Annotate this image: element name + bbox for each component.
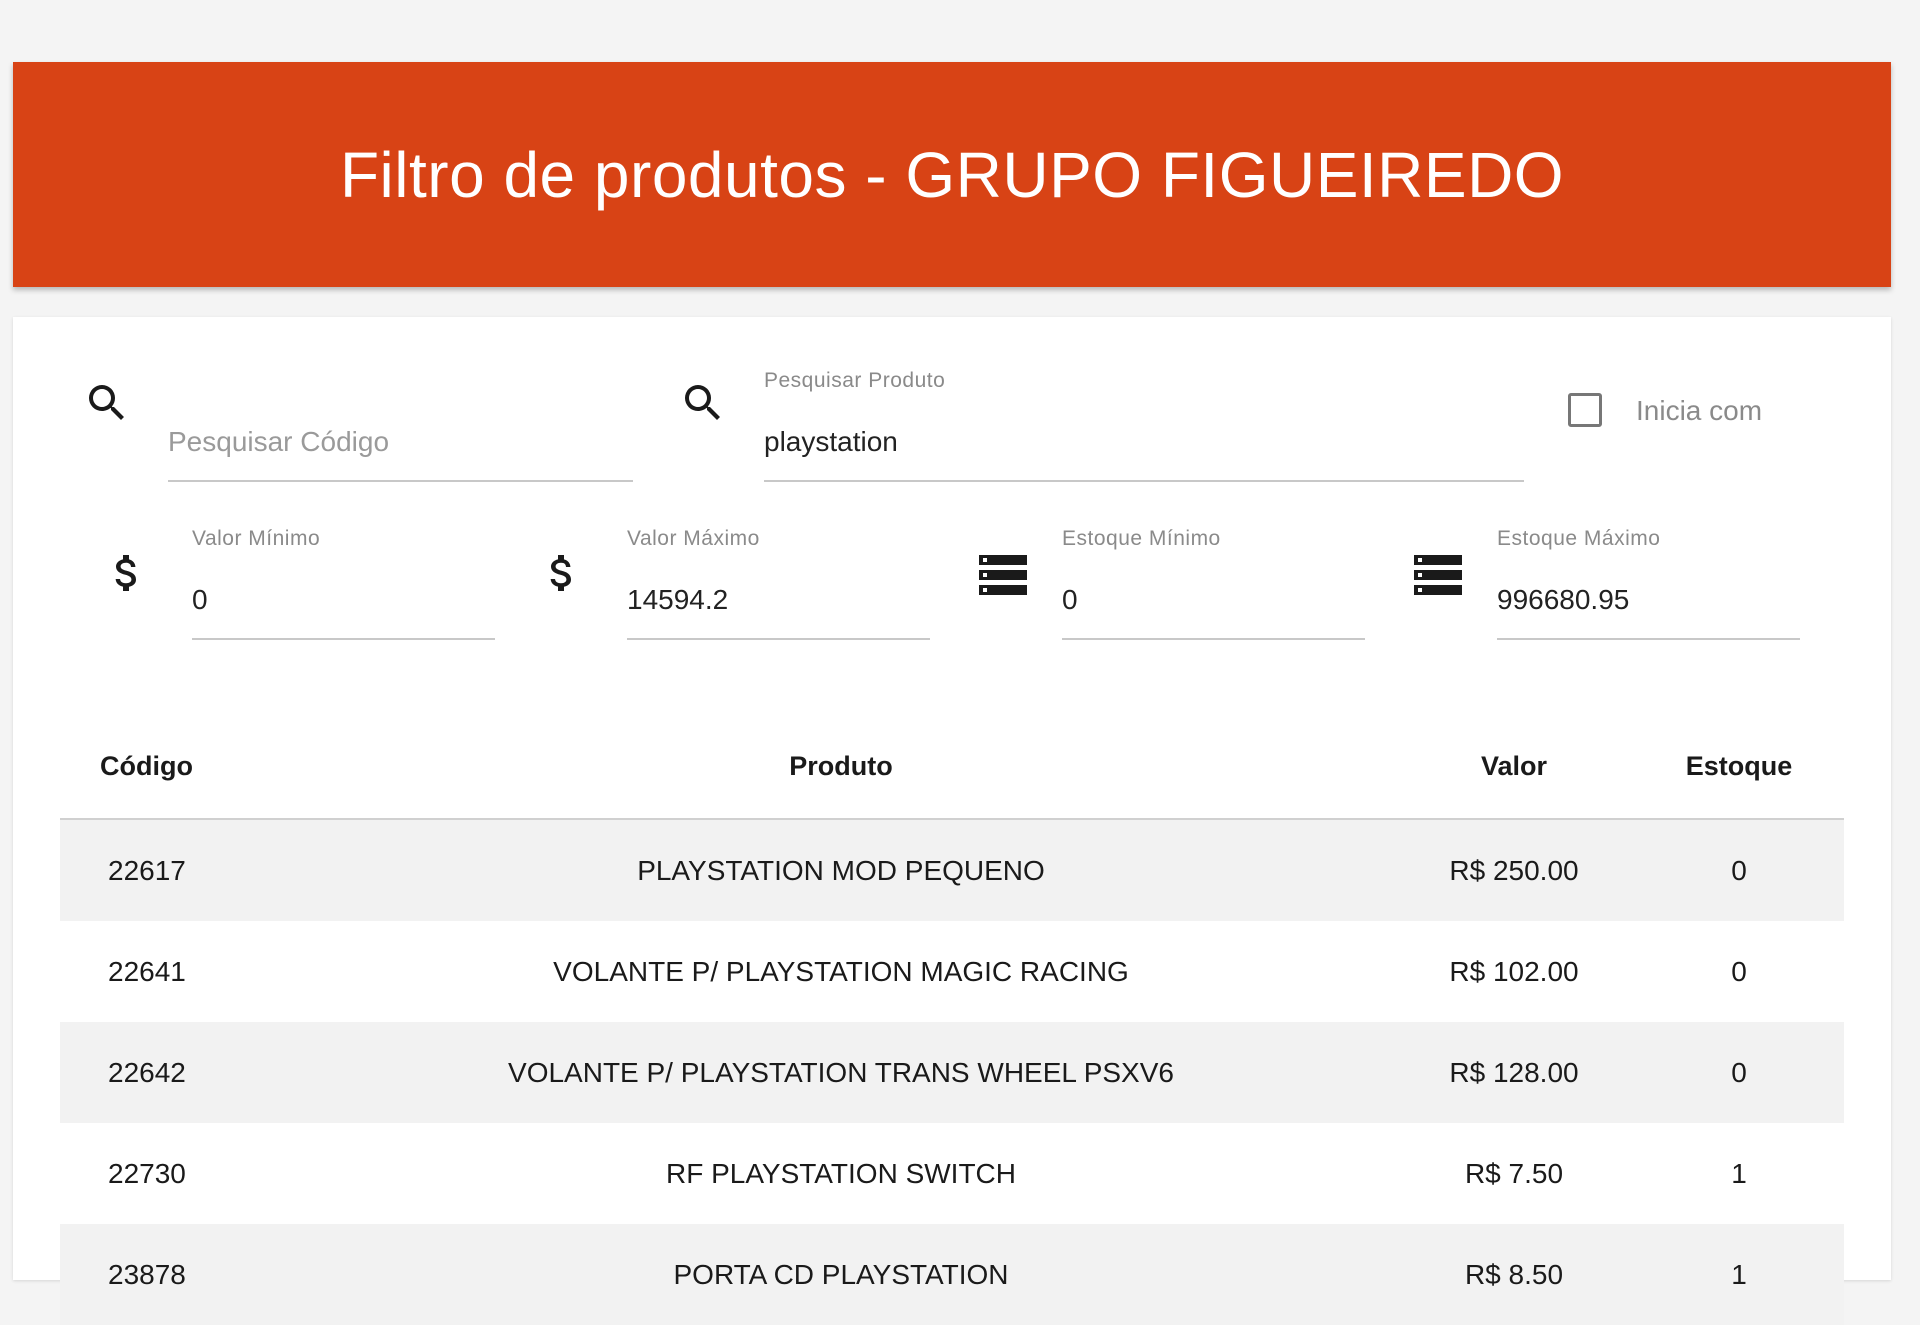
cell-code: 23878 (60, 1224, 288, 1325)
cell-code: 22617 (60, 819, 288, 921)
dollar-icon (542, 549, 578, 602)
products-table: Código Produto Valor Estoque 22617 PLAYS… (60, 714, 1844, 1325)
column-header-value[interactable]: Valor (1394, 714, 1634, 820)
cell-stock: 1 (1634, 1123, 1844, 1224)
cell-code: 22730 (60, 1123, 288, 1224)
min-value-label: Valor Mínimo (192, 527, 321, 550)
min-stock-field[interactable]: Estoque Mínimo 0 (1062, 527, 1365, 640)
max-value-field[interactable]: Valor Máximo 14594.2 (627, 527, 930, 640)
page-title: Filtro de produtos - GRUPO FIGUEIREDO (339, 138, 1565, 211)
cell-code: 22641 (60, 921, 288, 1022)
search-icon (679, 379, 727, 432)
table-row[interactable]: 22641 VOLANTE P/ PLAYSTATION MAGIC RACIN… (60, 921, 1844, 1022)
max-stock-input[interactable]: 996680.95 (1497, 584, 1629, 616)
cell-product: VOLANTE P/ PLAYSTATION MAGIC RACING (288, 921, 1394, 1022)
column-header-product[interactable]: Produto (288, 714, 1394, 820)
cell-value: R$ 7.50 (1394, 1123, 1634, 1224)
table-row[interactable]: 22730 RF PLAYSTATION SWITCH R$ 7.50 1 (60, 1123, 1844, 1224)
cell-value: R$ 102.00 (1394, 921, 1634, 1022)
filter-card: Pesquisar Código Pesquisar Produto plays… (13, 317, 1891, 1325)
table-row[interactable]: 23878 PORTA CD PLAYSTATION R$ 8.50 1 (60, 1224, 1844, 1325)
table-row[interactable]: 22642 VOLANTE P/ PLAYSTATION TRANS WHEEL… (60, 1022, 1844, 1123)
max-stock-label: Estoque Máximo (1497, 527, 1661, 550)
cell-stock: 1 (1634, 1224, 1844, 1325)
min-value-field[interactable]: Valor Mínimo 0 (192, 527, 495, 640)
column-header-stock[interactable]: Estoque (1634, 714, 1844, 820)
search-icon (83, 379, 131, 432)
cell-product: VOLANTE P/ PLAYSTATION TRANS WHEEL PSXV6 (288, 1022, 1394, 1123)
table-header-row: Código Produto Valor Estoque (60, 714, 1844, 820)
cell-stock: 0 (1634, 819, 1844, 921)
starts-with-label: Inicia com (1636, 395, 1763, 426)
code-search-field[interactable]: Pesquisar Código (168, 369, 633, 482)
starts-with-checkbox[interactable] (1568, 393, 1602, 427)
max-value-input[interactable]: 14594.2 (627, 584, 728, 616)
storage-icon (979, 555, 1027, 600)
max-stock-field[interactable]: Estoque Máximo 996680.95 (1497, 527, 1800, 640)
max-value-label: Valor Máximo (627, 527, 760, 550)
product-search-input[interactable]: playstation (764, 426, 898, 458)
cell-value: R$ 128.00 (1394, 1022, 1634, 1123)
column-header-code[interactable]: Código (60, 714, 288, 820)
cell-product: PORTA CD PLAYSTATION (288, 1224, 1394, 1325)
cell-code: 22642 (60, 1022, 288, 1123)
cell-stock: 0 (1634, 921, 1844, 1022)
min-stock-input[interactable]: 0 (1062, 584, 1078, 616)
product-search-field[interactable]: Pesquisar Produto playstation (764, 369, 1524, 482)
table-row[interactable]: 22617 PLAYSTATION MOD PEQUENO R$ 250.00 … (60, 819, 1844, 921)
page-header: Filtro de produtos - GRUPO FIGUEIREDO (13, 62, 1891, 287)
cell-product: PLAYSTATION MOD PEQUENO (288, 819, 1394, 921)
cell-value: R$ 250.00 (1394, 819, 1634, 921)
code-search-input[interactable]: Pesquisar Código (168, 426, 389, 458)
min-stock-label: Estoque Mínimo (1062, 527, 1221, 550)
cell-value: R$ 8.50 (1394, 1224, 1634, 1325)
storage-icon (1414, 555, 1462, 600)
product-search-label: Pesquisar Produto (764, 369, 946, 392)
min-value-input[interactable]: 0 (192, 584, 208, 616)
dollar-icon (107, 549, 143, 602)
cell-stock: 0 (1634, 1022, 1844, 1123)
cell-product: RF PLAYSTATION SWITCH (288, 1123, 1394, 1224)
